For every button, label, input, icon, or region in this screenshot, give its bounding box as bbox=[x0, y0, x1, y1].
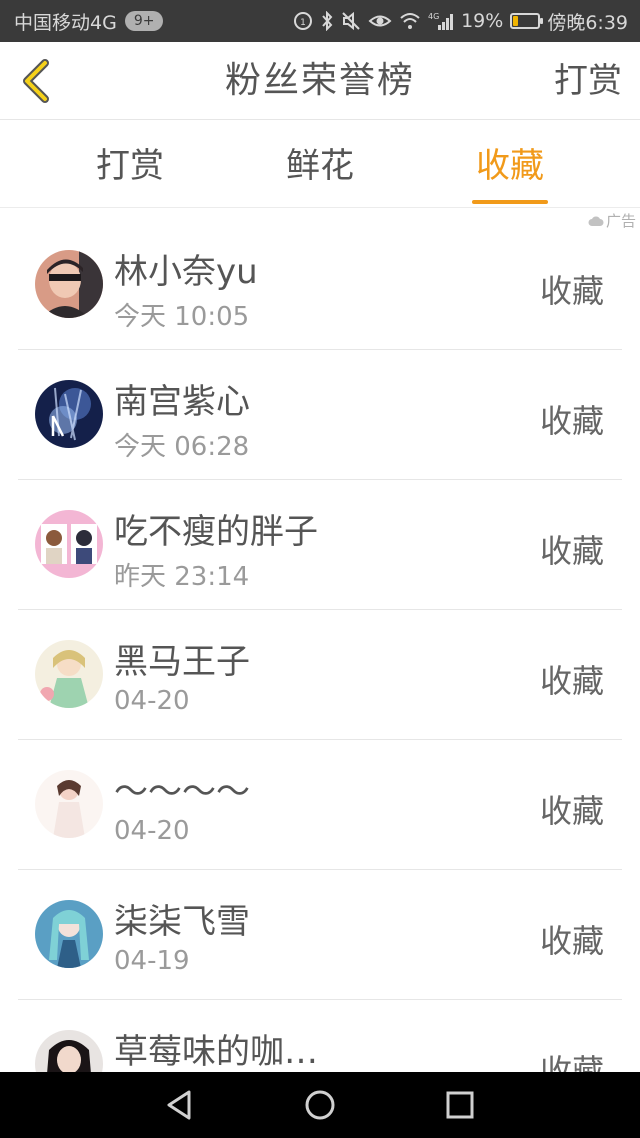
fan-list: 林小奈yu 今天 10:05 收藏 南宫紫心 今天 06:28 收藏 吃不瘦的胖… bbox=[0, 220, 640, 1072]
nav-recents-button[interactable] bbox=[438, 1083, 482, 1127]
list-item[interactable]: 草莓味的咖… 收藏 bbox=[18, 1000, 622, 1072]
tab-favorites[interactable]: 收藏 bbox=[450, 120, 570, 208]
avatar[interactable] bbox=[35, 510, 103, 578]
action-type: 收藏 bbox=[539, 272, 604, 310]
page-title: 粉丝荣誉榜 bbox=[224, 60, 415, 101]
user-name: 南宫紫心 bbox=[114, 382, 250, 422]
action-type: 收藏 bbox=[539, 662, 604, 700]
back-button[interactable] bbox=[14, 56, 58, 106]
clock: 傍晚6:39 bbox=[547, 11, 628, 34]
list-item[interactable]: 柒柒飞雪 04-19 收藏 bbox=[18, 870, 622, 1000]
tab-bar: 打赏 鲜花 收藏 bbox=[0, 120, 640, 208]
user-name: 林小奈yu bbox=[114, 252, 258, 292]
notification-badge: 9+ bbox=[124, 11, 164, 31]
avatar[interactable] bbox=[35, 900, 103, 968]
reward-button[interactable]: 打赏 bbox=[554, 42, 622, 120]
action-type: 收藏 bbox=[539, 532, 604, 570]
user-name: 草莓味的咖… bbox=[114, 1032, 318, 1072]
data-saver-icon: 1 bbox=[293, 11, 313, 31]
svg-text:1: 1 bbox=[300, 18, 306, 28]
avatar[interactable] bbox=[35, 250, 103, 318]
avatar[interactable] bbox=[35, 1030, 103, 1072]
timestamp: 04-20 bbox=[114, 686, 190, 716]
list-item[interactable]: ～～～～ 04-20 收藏 bbox=[18, 740, 622, 870]
triangle-back-icon bbox=[167, 1090, 191, 1120]
wifi-icon bbox=[399, 11, 421, 31]
tab-flowers[interactable]: 鲜花 bbox=[260, 120, 380, 208]
signal-icon: 4G bbox=[428, 11, 454, 31]
action-type: 收藏 bbox=[539, 792, 604, 830]
carrier-label: 中国移动4G bbox=[14, 11, 117, 34]
tab-reward-label: 打赏 bbox=[96, 146, 164, 186]
avatar[interactable] bbox=[35, 770, 103, 838]
timestamp: 昨天 23:14 bbox=[114, 562, 250, 592]
battery-icon bbox=[510, 13, 544, 29]
avatar[interactable] bbox=[35, 640, 103, 708]
chevron-left-icon bbox=[23, 59, 49, 103]
eye-icon bbox=[368, 11, 392, 31]
mute-icon bbox=[341, 11, 361, 31]
tab-flowers-label: 鲜花 bbox=[286, 146, 354, 186]
user-name: 柒柒飞雪 bbox=[114, 902, 250, 942]
list-item[interactable]: 南宫紫心 今天 06:28 收藏 bbox=[18, 350, 622, 480]
timestamp: 今天 10:05 bbox=[114, 302, 250, 332]
timestamp: 04-20 bbox=[114, 816, 190, 846]
timestamp: 04-19 bbox=[114, 946, 190, 976]
bluetooth-icon bbox=[320, 11, 334, 31]
action-type: 收藏 bbox=[539, 922, 604, 960]
list-item[interactable]: 黑马王子 04-20 收藏 bbox=[18, 610, 622, 740]
user-name: 黑马王子 bbox=[114, 642, 250, 682]
status-bar: 中国移动4G 9+ 1 4G 19% 傍晚6:39 bbox=[0, 0, 640, 42]
tab-reward[interactable]: 打赏 bbox=[70, 120, 190, 208]
timestamp: 今天 06:28 bbox=[114, 432, 250, 462]
network-type-label: 4G bbox=[428, 12, 439, 21]
circle-home-icon bbox=[305, 1090, 335, 1120]
nav-back-button[interactable] bbox=[158, 1083, 202, 1127]
avatar[interactable] bbox=[35, 380, 103, 448]
app-header: 粉丝荣誉榜 打赏 bbox=[0, 42, 640, 120]
battery-percent: 19% bbox=[461, 10, 504, 32]
tab-favorites-label: 收藏 bbox=[476, 146, 544, 186]
list-item[interactable]: 林小奈yu 今天 10:05 收藏 bbox=[18, 220, 622, 350]
active-tab-indicator bbox=[472, 200, 548, 204]
square-recents-icon bbox=[446, 1091, 474, 1119]
action-type: 收藏 bbox=[539, 1052, 604, 1072]
system-nav-bar bbox=[0, 1072, 640, 1138]
list-item[interactable]: 吃不瘦的胖子 昨天 23:14 收藏 bbox=[18, 480, 622, 610]
user-name: ～～～～ bbox=[114, 772, 250, 812]
user-name: 吃不瘦的胖子 bbox=[114, 512, 318, 552]
nav-home-button[interactable] bbox=[298, 1083, 342, 1127]
action-type: 收藏 bbox=[539, 402, 604, 440]
